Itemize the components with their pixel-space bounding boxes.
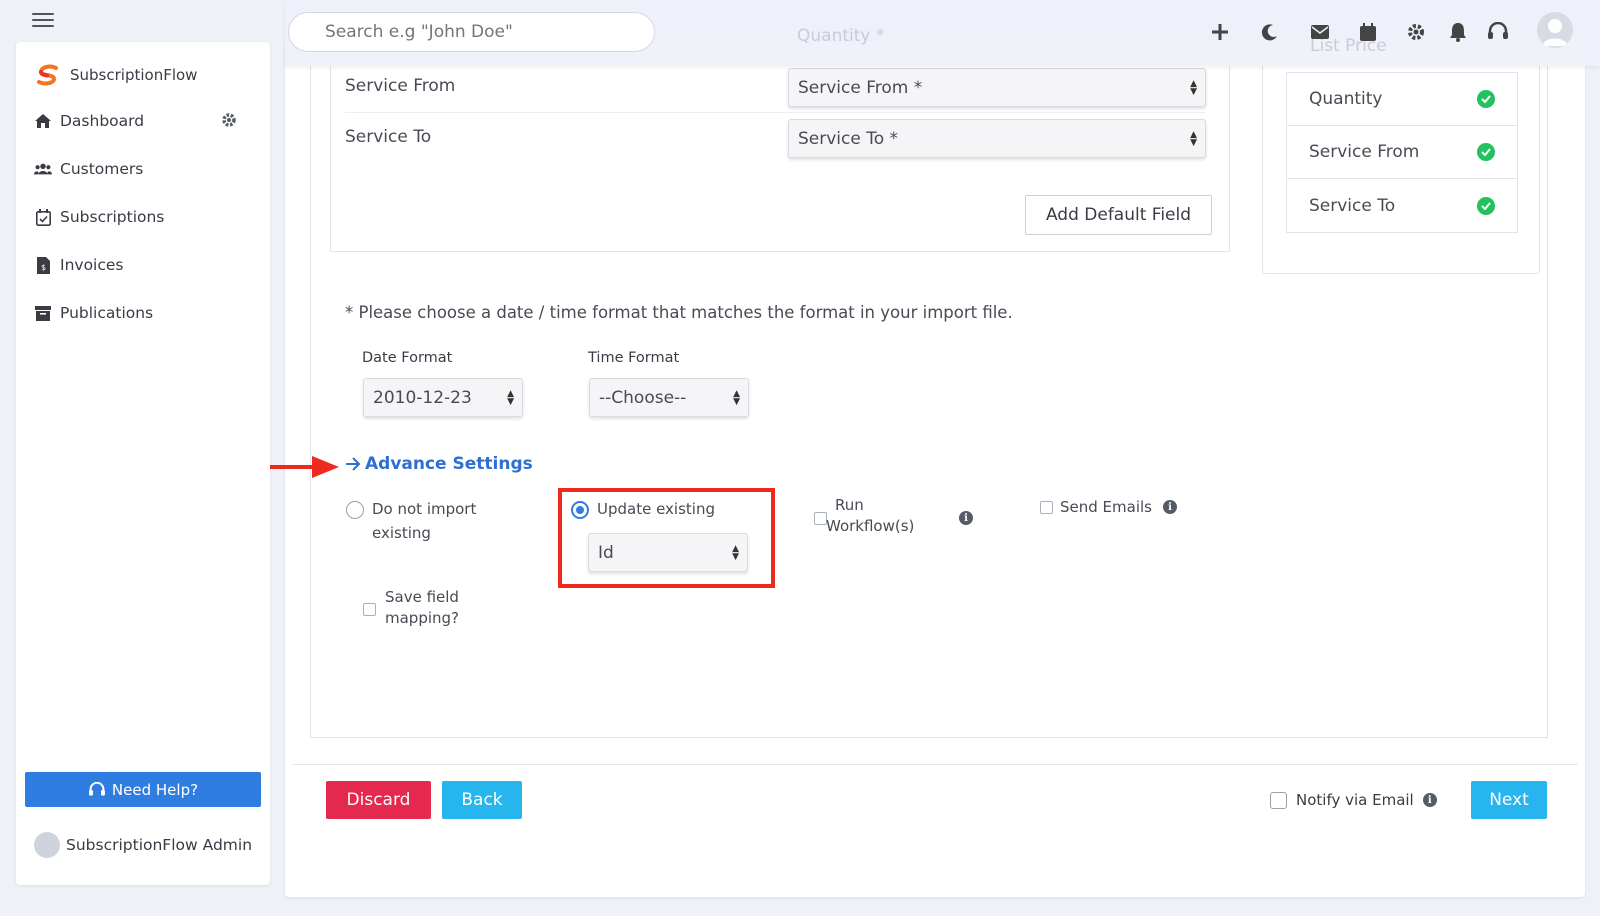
select-arrows-icon: ▲ ▼: [1190, 129, 1197, 148]
sidebar-user[interactable]: SubscriptionFlow Admin: [34, 832, 252, 858]
do-not-import-radio[interactable]: [346, 501, 364, 519]
run-workflow-label-line1: Run: [835, 496, 864, 514]
info-icon[interactable]: i: [1163, 500, 1177, 514]
check-circle-icon: [1477, 90, 1495, 108]
mapped-fields-list: Quantity Service From Service To: [1286, 72, 1518, 233]
run-workflow-label: Run Workflow(s): [826, 495, 914, 537]
list-item: Quantity: [1287, 73, 1517, 126]
select-arrows-icon: ▲ ▼: [1190, 78, 1197, 97]
sidebar-item-label: Dashboard: [60, 112, 145, 130]
user-avatar[interactable]: [1537, 12, 1573, 48]
footer-divider: [293, 764, 1578, 765]
brand-name: SubscriptionFlow: [70, 66, 198, 84]
back-button[interactable]: Back: [442, 781, 522, 819]
search-input[interactable]: [288, 12, 655, 52]
advance-settings-toggle[interactable]: Advance Settings: [345, 454, 533, 474]
notify-via-email-label: Notify via Email: [1296, 791, 1414, 809]
need-help-button[interactable]: Need Help?: [25, 772, 261, 807]
mapped-field-label: Service To: [1309, 195, 1396, 216]
select-arrows-icon: ▲ ▼: [507, 388, 514, 407]
sidebar-item-customers[interactable]: Customers: [34, 160, 143, 178]
service-from-select[interactable]: Service From * ▲ ▼: [788, 68, 1206, 107]
highlight-box-annotation: [558, 488, 775, 588]
mapping-label-service-to: Service To: [345, 127, 432, 147]
format-note: * Please choose a date / time format tha…: [345, 303, 1013, 322]
info-icon[interactable]: i: [959, 511, 973, 525]
moon-icon[interactable]: [1258, 20, 1282, 44]
sidebar-item-label: Subscriptions: [60, 208, 165, 226]
advance-settings-label: Advance Settings: [365, 454, 533, 474]
add-default-field-button[interactable]: Add Default Field: [1025, 195, 1212, 235]
sidebar-item-publications[interactable]: Publications: [34, 304, 153, 322]
users-icon: [34, 160, 52, 178]
sidebar-item-label: Publications: [60, 304, 154, 322]
brand[interactable]: SubscriptionFlow: [36, 64, 197, 86]
arrow-right-icon: [346, 457, 361, 471]
send-emails-checkbox[interactable]: [1040, 501, 1053, 514]
list-item: Service To: [1287, 179, 1517, 232]
mapped-field-label: Service From: [1309, 142, 1420, 162]
save-field-mapping-label-line2: mapping?: [385, 609, 460, 627]
discard-button[interactable]: Discard: [326, 781, 431, 819]
calendar-check-icon: [34, 208, 52, 226]
notify-via-email-checkbox[interactable]: [1270, 791, 1287, 809]
archive-icon: [34, 304, 52, 322]
time-format-select[interactable]: --Choose-- ▲ ▼: [589, 378, 749, 417]
sidebar-item-label: Invoices: [60, 256, 124, 274]
send-emails-label: Send Emails: [1060, 498, 1152, 516]
service-to-select[interactable]: Service To * ▲ ▼: [788, 119, 1206, 158]
dashboard-settings-gear-icon[interactable]: [221, 112, 237, 132]
sidebar-item-dashboard[interactable]: Dashboard: [34, 112, 144, 130]
sidebar-item-invoices[interactable]: $ Invoices: [34, 256, 124, 274]
date-format-select[interactable]: 2010-12-23 ▲ ▼: [363, 378, 523, 417]
check-circle-icon: [1477, 196, 1495, 215]
do-not-import-label-line2: existing: [372, 524, 431, 542]
menu-toggle-icon[interactable]: [32, 13, 54, 27]
avatar: [34, 832, 60, 858]
headset-icon[interactable]: [1486, 20, 1510, 44]
mapped-field-label: Quantity: [1309, 89, 1383, 109]
run-workflow-label-line2: Workflow(s): [826, 517, 915, 535]
headset-icon: [88, 781, 105, 796]
mapping-label-service-from: Service From: [345, 76, 456, 96]
notify-via-email[interactable]: Notify via Email i: [1270, 791, 1437, 809]
service-to-select-value: Service To *: [798, 128, 899, 149]
service-from-select-value: Service From *: [798, 77, 923, 98]
svg-text:$: $: [40, 263, 45, 272]
sidebar-item-subscriptions[interactable]: Subscriptions: [34, 208, 164, 226]
gear-icon[interactable]: [1404, 20, 1428, 44]
file-invoice-icon: $: [34, 256, 52, 274]
subscriptionflow-logo-icon: [37, 64, 58, 86]
plus-icon[interactable]: [1208, 20, 1232, 44]
mail-icon[interactable]: [1308, 20, 1332, 44]
sidebar-item-label: Customers: [60, 160, 144, 178]
list-item: Service From: [1287, 126, 1517, 179]
check-circle-icon: [1477, 143, 1495, 161]
save-field-mapping-checkbox[interactable]: [363, 603, 376, 616]
need-help-label: Need Help?: [111, 780, 199, 799]
scrollbar[interactable]: [1586, 0, 1600, 916]
sidebar: SubscriptionFlow Dashboard Customers Sub…: [16, 42, 270, 885]
ghost-quantity-text: Quantity *: [797, 26, 885, 46]
home-icon: [34, 112, 52, 130]
info-icon[interactable]: i: [1422, 793, 1437, 807]
save-field-mapping-label: Save field mapping?: [385, 587, 459, 629]
select-arrows-icon: ▲ ▼: [733, 388, 740, 407]
next-button[interactable]: Next: [1471, 781, 1547, 819]
row-divider: [345, 112, 1205, 113]
do-not-import-label: Do not import existing: [372, 497, 476, 545]
do-not-import-label-line1: Do not import: [372, 500, 477, 518]
time-format-label: Time Format: [588, 350, 680, 366]
date-format-label: Date Format: [362, 350, 453, 366]
save-field-mapping-label-line1: Save field: [385, 588, 459, 606]
bell-icon[interactable]: [1446, 20, 1470, 44]
calendar-icon[interactable]: [1356, 20, 1380, 44]
sidebar-user-name: SubscriptionFlow Admin: [66, 836, 253, 854]
time-format-value: --Choose--: [599, 387, 687, 408]
date-format-value: 2010-12-23: [373, 387, 472, 408]
